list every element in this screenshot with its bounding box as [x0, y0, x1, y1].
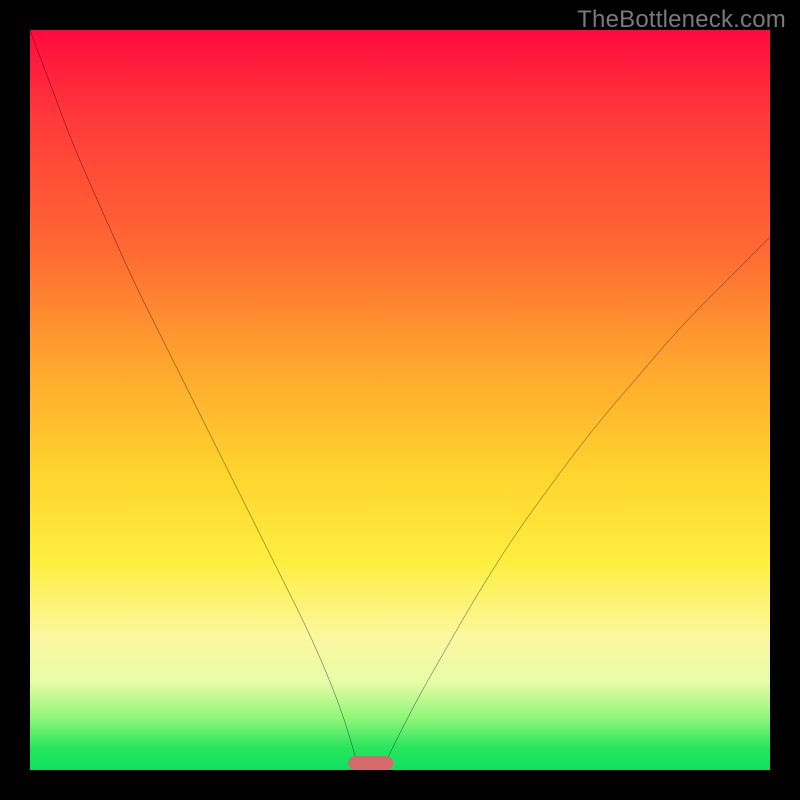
- watermark-text: TheBottleneck.com: [577, 6, 786, 34]
- right-branch-curve: [382, 237, 771, 770]
- chart-frame: TheBottleneck.com: [0, 0, 800, 800]
- left-branch-curve: [30, 30, 359, 770]
- plot-area: [30, 30, 770, 770]
- bottleneck-marker: [348, 756, 392, 770]
- curve-layer: [30, 30, 770, 770]
